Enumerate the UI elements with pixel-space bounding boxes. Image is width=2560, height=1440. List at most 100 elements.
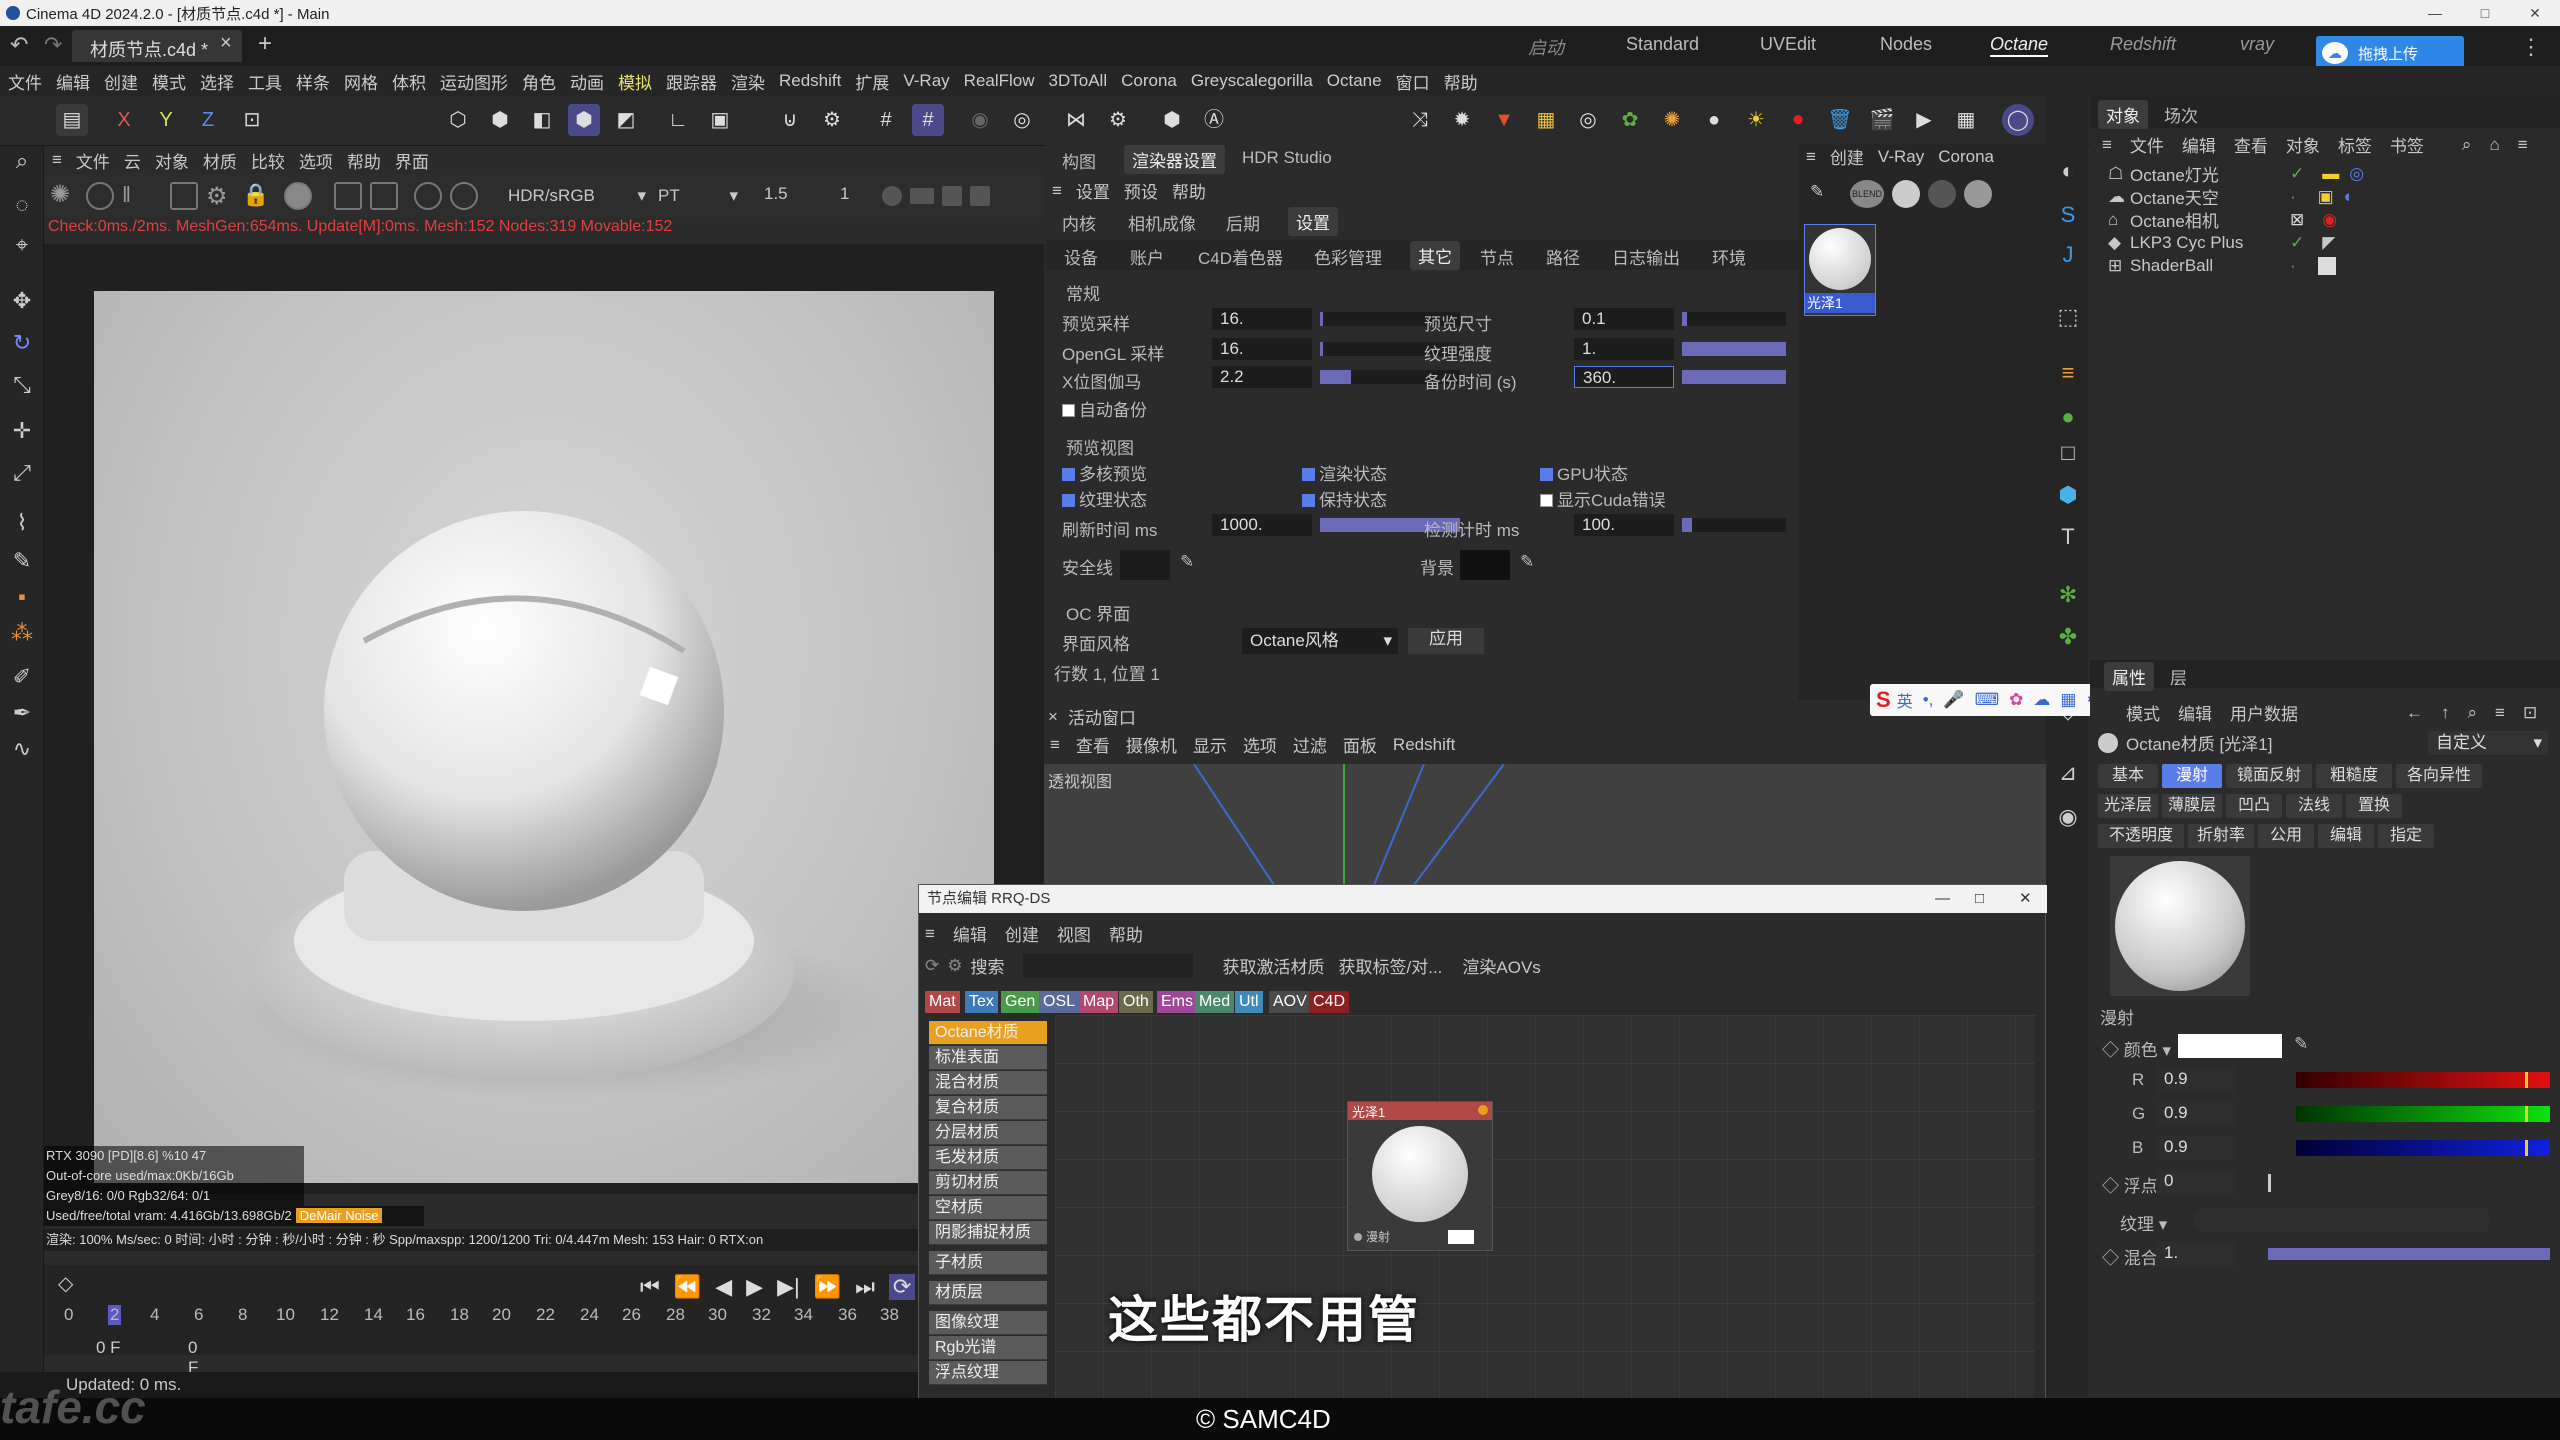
lock-icon[interactable]: 🔒 (242, 182, 270, 210)
blend-ball-icon[interactable]: BLEND (1850, 180, 1884, 208)
coordinate-system-icon[interactable]: ⊡ (236, 104, 268, 136)
menu-character[interactable]: 角色 (522, 69, 556, 94)
hexagon-icon[interactable]: ⬢ (1156, 104, 1188, 136)
restart-icon[interactable] (86, 182, 114, 210)
menu-vray[interactable]: V-Ray (903, 71, 949, 91)
pause-icon[interactable]: ‖ (122, 182, 150, 210)
back-arrow-icon[interactable]: ← (2406, 703, 2423, 723)
layout-nodes[interactable]: Nodes (1880, 34, 1932, 55)
octane-circle-icon[interactable]: ◯ (2002, 104, 2034, 136)
grid-icon[interactable]: ▦ (2060, 690, 2076, 710)
menu-extensions[interactable]: 扩展 (855, 69, 889, 94)
search-icon[interactable]: ⌕ (7, 146, 37, 176)
node-item[interactable]: 材质层 (929, 1281, 1047, 1305)
next-key-icon[interactable]: ⏩ (814, 1274, 841, 1300)
b-slider-handle[interactable] (2524, 1140, 2528, 1156)
attr-menu-userdata[interactable]: 用户数据 (2230, 700, 2298, 725)
ime-punct-icon[interactable]: •, (1923, 690, 1934, 710)
menu-edit[interactable]: 编辑 (56, 69, 90, 94)
cat-devices[interactable]: 设备 (1064, 244, 1098, 269)
preset-select[interactable]: 自定义 ▾ (2428, 730, 2548, 755)
get-tag-object-button[interactable]: 获取标签/对... (1339, 953, 1443, 978)
circle-green-icon[interactable]: ● (2053, 402, 2083, 432)
object-item[interactable]: ⊞ ShaderBall · (2108, 254, 2548, 277)
tab-layers[interactable]: 层 (2170, 664, 2187, 689)
brush-icon[interactable]: ✎ (1810, 182, 1824, 202)
spline-pen-icon[interactable]: ⊿ (2053, 758, 2083, 788)
check-icon[interactable]: ✓ (2290, 233, 2304, 253)
minimize-button[interactable]: — (1935, 885, 1950, 913)
vp-menu-help[interactable]: 帮助 (347, 148, 381, 173)
record-red-icon[interactable]: ⏺ (1782, 104, 1814, 136)
menu-window[interactable]: 窗口 (1396, 69, 1430, 94)
btn-specular[interactable]: 镜面反射 (2226, 764, 2312, 788)
opengl-samples-field[interactable]: 16. (1212, 338, 1312, 360)
octane-settings-icon[interactable]: ✹ (1446, 104, 1478, 136)
loop-icon[interactable]: ⟳ (888, 1274, 916, 1300)
settings-circle-icon[interactable]: ◎ (1006, 104, 1038, 136)
material-ball-icon[interactable] (284, 182, 312, 210)
detect-timer-slider[interactable] (1682, 518, 1786, 532)
ne-menu-edit[interactable]: 编辑 (953, 921, 987, 946)
hamburger-icon[interactable]: ≡ (1052, 181, 1062, 201)
minimize-button[interactable]: — (2410, 0, 2460, 26)
tab-render-settings[interactable]: 渲染器设置 (1124, 145, 1225, 174)
y-axis-button[interactable]: Y (150, 104, 182, 136)
btn-edit[interactable]: 编辑 (2318, 824, 2374, 848)
kernel-select[interactable]: PT ▾ (658, 184, 738, 208)
diffuse-ball-icon[interactable] (1892, 180, 1920, 208)
region-icon[interactable] (170, 182, 198, 210)
cat-mat[interactable]: Mat (925, 991, 960, 1013)
obj-menu-object[interactable]: 对象 (2286, 132, 2320, 157)
cat-other[interactable]: 其它 (1410, 241, 1460, 270)
select-icon[interactable]: ◌ (7, 190, 37, 220)
sun-icon[interactable]: ☀ (1740, 104, 1772, 136)
redo-icon[interactable]: ↷ (44, 32, 62, 58)
shuffle-icon[interactable]: ⤨ (1404, 104, 1436, 136)
object-item[interactable]: ⌂ Octane相机 ⊠ ◉ (2108, 208, 2548, 232)
btn-basic[interactable]: 基本 (2098, 764, 2158, 788)
apply-button[interactable]: 应用 (1408, 628, 1484, 654)
menu-greyscalegorilla[interactable]: Greyscalegorilla (1191, 71, 1313, 91)
r-slider-handle[interactable] (2524, 1072, 2528, 1088)
subtab-kernel[interactable]: 内核 (1062, 210, 1096, 235)
send-scene-icon[interactable]: ✺ (50, 182, 78, 210)
frame-start-field[interactable]: 0 F (96, 1338, 121, 1358)
node-item-octane-material[interactable]: Octane材质 (929, 1021, 1047, 1045)
r-field[interactable]: 0.9 (2156, 1068, 2236, 1092)
transform-icon[interactable]: ✛ (7, 416, 37, 446)
color-swatch[interactable] (2178, 1034, 2282, 1058)
maximize-button[interactable]: □ (1975, 885, 1984, 913)
cat-color-management[interactable]: 色彩管理 (1314, 244, 1382, 269)
refresh-time-field[interactable]: 1000. (1212, 514, 1312, 536)
search-input[interactable] (1022, 953, 1193, 978)
live-select-icon[interactable]: ⌖ (7, 230, 37, 260)
layout-uvedit[interactable]: UVEdit (1760, 34, 1816, 55)
lock-icon[interactable]: ⊡ (2523, 703, 2537, 723)
vp-menu-material[interactable]: 材质 (203, 148, 237, 173)
record-icon[interactable]: ◉ (964, 104, 996, 136)
menu-file[interactable]: 文件 (8, 69, 42, 94)
clapper-icon[interactable]: 🎬 (1866, 104, 1898, 136)
menu-render[interactable]: 渲染 (731, 69, 765, 94)
node-item[interactable]: 阴影捕捉材质 (929, 1221, 1047, 1245)
layout-standard[interactable]: Standard (1626, 34, 1699, 55)
next-frame-icon[interactable]: ▶| (777, 1274, 800, 1300)
safe-line-color[interactable] (1120, 550, 1170, 580)
aw-menu-options[interactable]: 选项 (1243, 732, 1277, 757)
move-icon[interactable]: ✥ (7, 286, 37, 316)
preview-samples-field[interactable]: 16. (1212, 308, 1312, 330)
texture-strength-slider[interactable] (1682, 342, 1786, 356)
settings-menu-help[interactable]: 帮助 (1172, 178, 1206, 203)
material-menu-vray[interactable]: V-Ray (1878, 147, 1924, 167)
render-image[interactable] (94, 291, 994, 1183)
ne-menu-help[interactable]: 帮助 (1109, 921, 1143, 946)
btn-roughness[interactable]: 粗糙度 (2316, 764, 2392, 788)
mode-m-icon[interactable] (450, 182, 478, 210)
go-start-icon[interactable]: ⏮ (640, 1274, 660, 1300)
render-aovs-button[interactable]: 渲染AOVs (1462, 953, 1540, 978)
deformer-icon[interactable]: ✤ (2053, 622, 2083, 652)
detect-timer-field[interactable]: 100. (1574, 514, 1674, 536)
film-icon[interactable] (414, 182, 442, 210)
check-render-status[interactable]: 渲染状态 (1302, 460, 1387, 485)
